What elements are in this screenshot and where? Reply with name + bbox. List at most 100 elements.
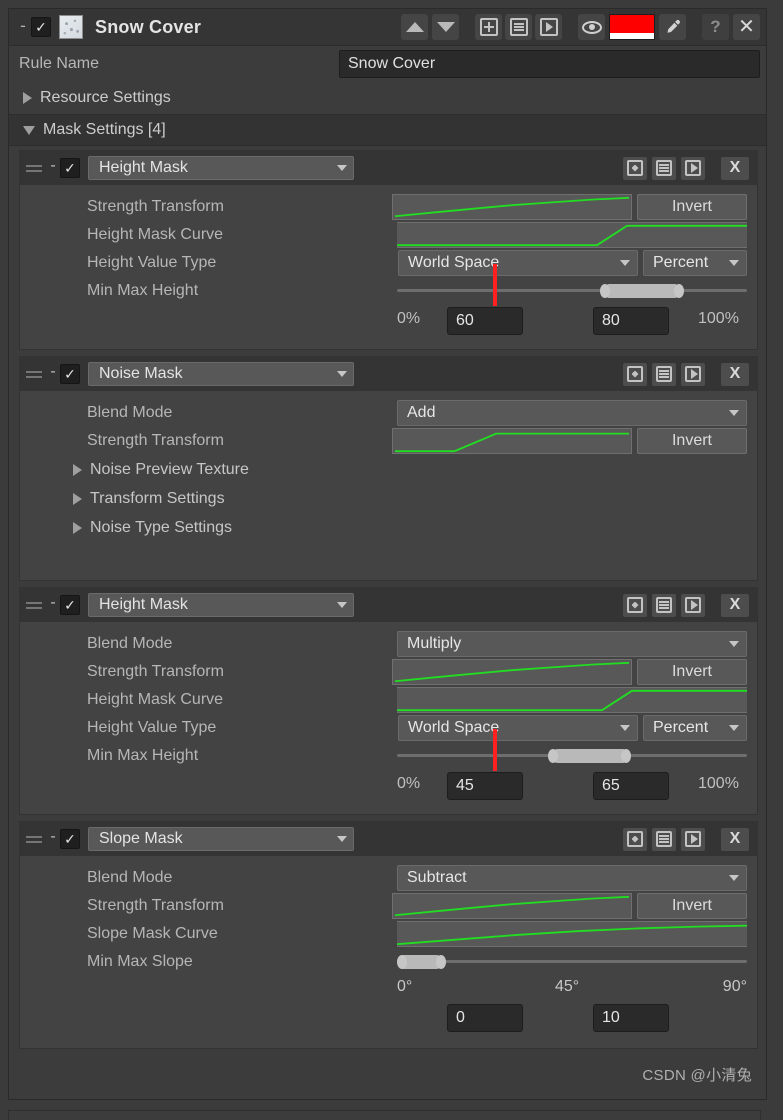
max-height-input[interactable]: 80 bbox=[593, 307, 669, 335]
slider-max-thumb[interactable] bbox=[435, 955, 446, 969]
drag-handle-icon[interactable] bbox=[26, 368, 42, 380]
height-unit-dropdown[interactable]: Percent bbox=[643, 250, 747, 276]
height-mask-curve[interactable] bbox=[397, 222, 747, 248]
drag-handle-icon[interactable] bbox=[26, 599, 42, 611]
foldout-label: Transform Settings bbox=[90, 489, 225, 507]
chevron-down-icon bbox=[337, 602, 347, 608]
mask-apply-button[interactable] bbox=[681, 593, 705, 617]
mask-enabled-checkbox[interactable]: ✓ bbox=[60, 829, 80, 849]
foldout-resource-settings[interactable]: Resource Settings bbox=[9, 82, 766, 114]
max-height-input[interactable]: 65 bbox=[593, 772, 669, 800]
slider-min-thumb[interactable] bbox=[600, 284, 610, 298]
help-button[interactable]: ? bbox=[702, 14, 729, 40]
height-unit-dropdown[interactable]: Percent bbox=[643, 715, 747, 741]
height-value-type-dropdown[interactable]: World Space bbox=[398, 715, 638, 741]
blend-mode-dropdown[interactable]: Multiply bbox=[397, 631, 747, 657]
chevron-down-icon bbox=[620, 260, 630, 266]
duplicate-rule-button[interactable] bbox=[505, 14, 532, 40]
rule-tool-group bbox=[475, 14, 562, 40]
min-slope-input[interactable]: 0 bbox=[447, 1004, 523, 1032]
slope-scale-labels: 0° 45° 90° bbox=[397, 978, 747, 1002]
foldout-noise-type-settings[interactable]: Noise Type Settings bbox=[30, 513, 232, 542]
mask-duplicate-button[interactable] bbox=[652, 156, 676, 180]
mask-enabled-checkbox[interactable]: ✓ bbox=[60, 158, 80, 178]
drag-handle-icon[interactable] bbox=[26, 833, 42, 845]
strength-transform-curve[interactable] bbox=[392, 659, 632, 685]
mask-add-button[interactable] bbox=[623, 827, 647, 851]
min-height-input[interactable]: 45 bbox=[447, 772, 523, 800]
mask-type-dropdown[interactable]: Noise Mask bbox=[88, 362, 354, 386]
strength-invert-button[interactable]: Invert bbox=[637, 893, 747, 919]
slope-mask-curve-row: Slope Mask Curve bbox=[30, 920, 747, 948]
add-rule-button[interactable] bbox=[475, 14, 502, 40]
foldout-transform-settings[interactable]: Transform Settings bbox=[30, 484, 225, 513]
drag-handle-icon[interactable] bbox=[26, 162, 42, 174]
min-height-input[interactable]: 60 bbox=[447, 307, 523, 335]
mask-type-dropdown[interactable]: Slope Mask bbox=[88, 827, 354, 851]
height-unit-value: Percent bbox=[653, 254, 709, 271]
min-max-slope-slider[interactable] bbox=[397, 949, 747, 975]
mask-apply-button[interactable] bbox=[681, 362, 705, 386]
app-root: - ✓ Snow Cover ? ✕ Rule Name Snow Cover … bbox=[0, 0, 783, 1120]
mask-add-button[interactable] bbox=[623, 156, 647, 180]
slider-min-thumb[interactable] bbox=[397, 955, 407, 969]
min-max-height-slider[interactable] bbox=[397, 729, 747, 771]
move-down-button[interactable] bbox=[432, 14, 459, 40]
slope-mask-curve[interactable] bbox=[397, 921, 747, 947]
slider-range[interactable] bbox=[554, 749, 625, 763]
slider-min-thumb[interactable] bbox=[547, 749, 558, 763]
mask-duplicate-button[interactable] bbox=[652, 593, 676, 617]
min-max-height-label: Min Max Height bbox=[87, 282, 199, 299]
strength-transform-curve[interactable] bbox=[392, 893, 632, 919]
strength-transform-curve[interactable] bbox=[392, 428, 632, 454]
blend-mode-dropdown[interactable]: Add bbox=[397, 400, 747, 426]
min-max-height-row: Min Max Height bbox=[30, 264, 747, 306]
mask-remove-button[interactable]: X bbox=[721, 827, 749, 851]
mask-enabled-checkbox[interactable]: ✓ bbox=[60, 364, 80, 384]
rule-enabled-checkbox[interactable]: ✓ bbox=[31, 17, 51, 37]
close-button[interactable]: ✕ bbox=[733, 14, 760, 40]
slider-track bbox=[397, 289, 747, 292]
chevron-down-icon bbox=[337, 836, 347, 842]
mask-enabled-checkbox[interactable]: ✓ bbox=[60, 595, 80, 615]
slider-max-thumb[interactable] bbox=[673, 284, 684, 298]
mask-collapse-toggle[interactable]: - bbox=[46, 364, 60, 384]
strength-invert-button[interactable]: Invert bbox=[637, 428, 747, 454]
foldout-noise-preview-texture[interactable]: Noise Preview Texture bbox=[30, 455, 249, 484]
move-up-button[interactable] bbox=[401, 14, 428, 40]
height-value-type-row: Height Value Type World Space Percent bbox=[30, 249, 747, 277]
blend-mode-dropdown[interactable]: Subtract bbox=[397, 865, 747, 891]
mask-type-dropdown[interactable]: Height Mask bbox=[88, 593, 354, 617]
mask-add-button[interactable] bbox=[623, 593, 647, 617]
mask-duplicate-button[interactable] bbox=[652, 827, 676, 851]
max-slope-input[interactable]: 10 bbox=[593, 1004, 669, 1032]
mask-collapse-toggle[interactable]: - bbox=[46, 158, 60, 178]
rule-name-input[interactable]: Snow Cover bbox=[339, 50, 760, 78]
strength-invert-button[interactable]: Invert bbox=[637, 194, 747, 220]
chevron-down-icon bbox=[337, 371, 347, 377]
mask-apply-button[interactable] bbox=[681, 156, 705, 180]
strength-transform-curve[interactable] bbox=[392, 194, 632, 220]
foldout-mask-settings[interactable]: Mask Settings [4] bbox=[9, 114, 766, 146]
mask-collapse-toggle[interactable]: - bbox=[46, 595, 60, 615]
strength-invert-button[interactable]: Invert bbox=[637, 659, 747, 685]
slider-max-thumb[interactable] bbox=[621, 749, 631, 763]
mask-apply-button[interactable] bbox=[681, 827, 705, 851]
rule-color-swatch[interactable] bbox=[609, 14, 655, 40]
color-picker-button[interactable] bbox=[659, 14, 686, 40]
min-max-height-slider[interactable] bbox=[397, 264, 747, 306]
mask-remove-button[interactable]: X bbox=[721, 156, 749, 180]
slider-range[interactable] bbox=[607, 284, 677, 298]
visibility-toggle-button[interactable] bbox=[578, 14, 605, 40]
rule-collapse-toggle[interactable]: - bbox=[15, 17, 31, 38]
height-value-type-dropdown[interactable]: World Space bbox=[398, 250, 638, 276]
mask-add-button[interactable] bbox=[623, 362, 647, 386]
mask-duplicate-button[interactable] bbox=[652, 362, 676, 386]
mask-collapse-toggle[interactable]: - bbox=[46, 829, 60, 849]
mask-remove-button[interactable]: X bbox=[721, 593, 749, 617]
mask-remove-button[interactable]: X bbox=[721, 362, 749, 386]
height-mask-curve[interactable] bbox=[397, 687, 747, 713]
apply-rule-button[interactable] bbox=[535, 14, 562, 40]
mask-type-dropdown[interactable]: Height Mask bbox=[88, 156, 354, 180]
min-max-height-row: Min Max Height bbox=[30, 729, 747, 771]
